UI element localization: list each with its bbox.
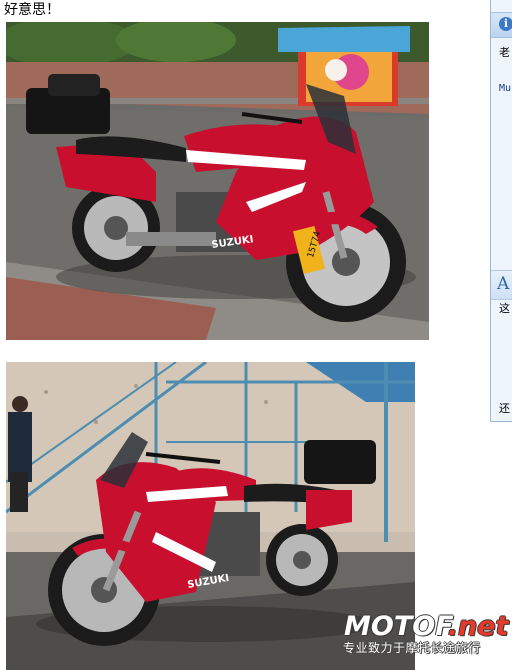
post-text: 好意思！ (4, 2, 60, 18)
watermark-logo: MOTOF.net (344, 612, 508, 642)
watermark-brand-prefix: MOTOF (344, 611, 448, 642)
info-icon[interactable]: i (499, 17, 512, 31)
side-panel-text-3: 这 (499, 302, 510, 315)
side-panel-heading: A (497, 274, 510, 294)
watermark-tagline: 专业致力于摩托长途旅行 (343, 641, 481, 655)
side-panel-text-2: Mu (499, 83, 512, 94)
watermark-brand-suffix: .net (447, 611, 509, 642)
side-panel-text-1: 老 (499, 46, 510, 59)
motorcycle-photo-street[interactable]: 15T74 SUZUKI (6, 22, 429, 340)
side-panel: i 老 Mu A 这 还 (490, 0, 512, 422)
side-panel-header: i (491, 12, 512, 38)
side-panel-text-4[interactable]: 还 (499, 402, 510, 416)
